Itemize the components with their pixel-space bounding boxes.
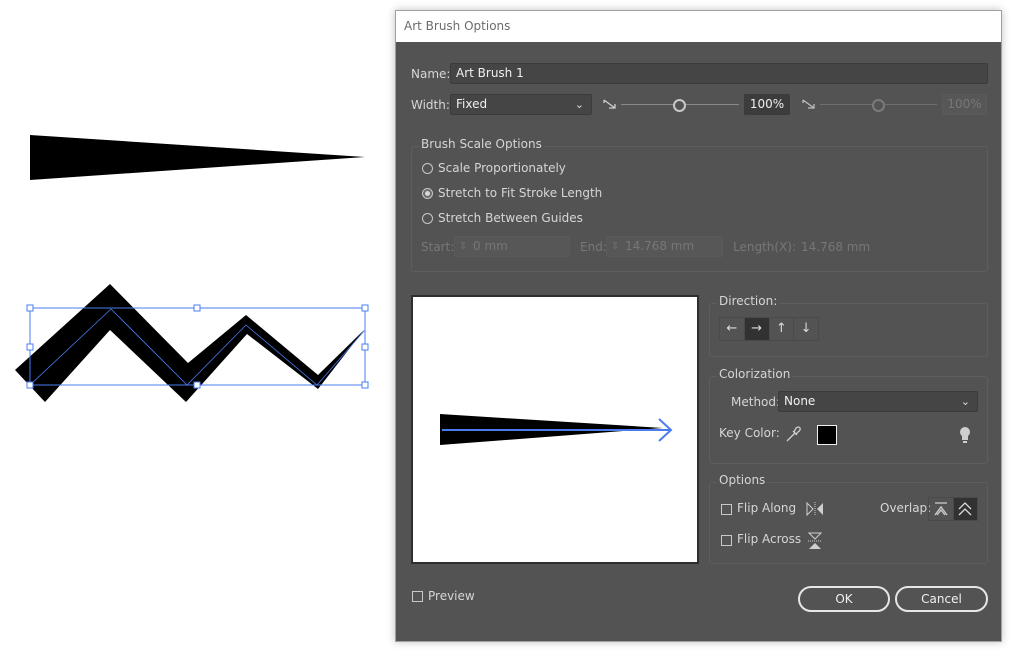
direction-right-button[interactable]: →	[744, 318, 770, 340]
direction-title: Direction:	[717, 294, 780, 308]
start-label: Start:	[421, 240, 455, 254]
width-value-input[interactable]: 100%	[744, 94, 790, 115]
stretch-between-guides-label[interactable]: Stretch Between Guides	[438, 211, 583, 225]
overlap-none-icon	[958, 502, 972, 516]
tapered-brush-stroke[interactable]	[30, 135, 365, 180]
name-label: Name:	[411, 67, 451, 81]
stretch-to-fit-label[interactable]: Stretch to Fit Stroke Length	[438, 186, 602, 200]
width-select-value: Fixed	[456, 97, 488, 111]
cancel-button[interactable]: Cancel	[895, 586, 988, 612]
width-max-value-input: 100%	[942, 94, 987, 115]
zigzag-art-brush-path[interactable]	[15, 284, 369, 402]
name-input[interactable]: Art Brush 1	[450, 63, 988, 84]
method-value: None	[784, 394, 816, 408]
preview-checkbox[interactable]	[412, 591, 423, 602]
chevron-down-icon: ⌄	[574, 98, 584, 111]
length-value: 14.768 mm	[801, 240, 871, 254]
colorization-title: Colorization	[717, 367, 793, 381]
start-input: ⇕ 0 mm	[454, 236, 570, 257]
preview-art	[440, 414, 673, 445]
flip-along-label[interactable]: Flip Along	[737, 501, 796, 515]
overlap-buttons	[928, 497, 978, 521]
flip-across-label[interactable]: Flip Across	[737, 532, 801, 546]
width-value: 100%	[749, 97, 785, 111]
preview-label[interactable]: Preview	[428, 589, 475, 603]
ok-button[interactable]: OK	[798, 586, 890, 612]
overlap-adjust-icon	[934, 502, 948, 516]
overlap-none-button[interactable]	[953, 498, 977, 520]
width-max-value: 100%	[947, 97, 982, 111]
overlap-label: Overlap:	[880, 501, 932, 515]
width-max-slider-thumb	[872, 99, 885, 112]
name-value: Art Brush 1	[456, 66, 524, 80]
dialog-title-bar[interactable]: Art Brush Options	[396, 11, 1001, 42]
method-select[interactable]: None ⌄	[778, 391, 978, 412]
direction-buttons: ← → ↑ ↓	[719, 317, 819, 341]
stepper-icon: ⇕	[611, 241, 620, 252]
width-select[interactable]: Fixed ⌄	[450, 94, 592, 115]
direction-up-button[interactable]: ↑	[770, 318, 795, 340]
flip-along-icon	[806, 501, 823, 517]
end-label: End:	[580, 240, 607, 254]
width-slider-thumb[interactable]	[673, 99, 686, 112]
length-label: Length(X):	[733, 240, 797, 254]
overlap-adjust-button[interactable]	[929, 498, 954, 520]
start-value: 0 mm	[473, 239, 508, 253]
eyedropper-icon[interactable]	[784, 425, 802, 443]
end-value: 14.768 mm	[625, 239, 695, 253]
end-input: ⇕ 14.768 mm	[606, 236, 723, 257]
direction-left-button[interactable]: ←	[720, 318, 745, 340]
art-brush-options-dialog: Art Brush Options Name: Art Brush 1 Widt…	[395, 10, 1002, 642]
key-color-label: Key Color:	[719, 426, 780, 440]
artboard	[15, 135, 369, 402]
chevron-down-icon: ⌄	[960, 395, 970, 408]
tips-lightbulb-icon[interactable]	[959, 426, 971, 444]
stretch-between-guides-radio[interactable]	[422, 213, 433, 224]
colorization-group	[709, 376, 988, 464]
flip-across-icon	[807, 532, 823, 549]
flip-along-checkbox[interactable]	[721, 504, 732, 515]
options-title: Options	[717, 473, 768, 487]
scale-proportionately-label[interactable]: Scale Proportionately	[438, 161, 566, 175]
brush-scale-options-title: Brush Scale Options	[419, 137, 544, 151]
stepper-icon: ⇕	[459, 241, 468, 252]
flip-across-checkbox[interactable]	[721, 535, 732, 546]
width-max-icon	[802, 99, 815, 109]
scale-proportionately-radio[interactable]	[422, 163, 433, 174]
dialog-title: Art Brush Options	[404, 19, 511, 33]
stretch-to-fit-radio[interactable]	[422, 188, 433, 199]
brush-preview	[411, 295, 699, 564]
method-label: Method:	[731, 395, 781, 409]
options-group	[709, 482, 988, 564]
direction-down-button[interactable]: ↓	[794, 318, 818, 340]
key-color-swatch[interactable]	[817, 425, 837, 445]
width-min-icon	[603, 99, 616, 109]
width-label: Width:	[411, 98, 450, 112]
